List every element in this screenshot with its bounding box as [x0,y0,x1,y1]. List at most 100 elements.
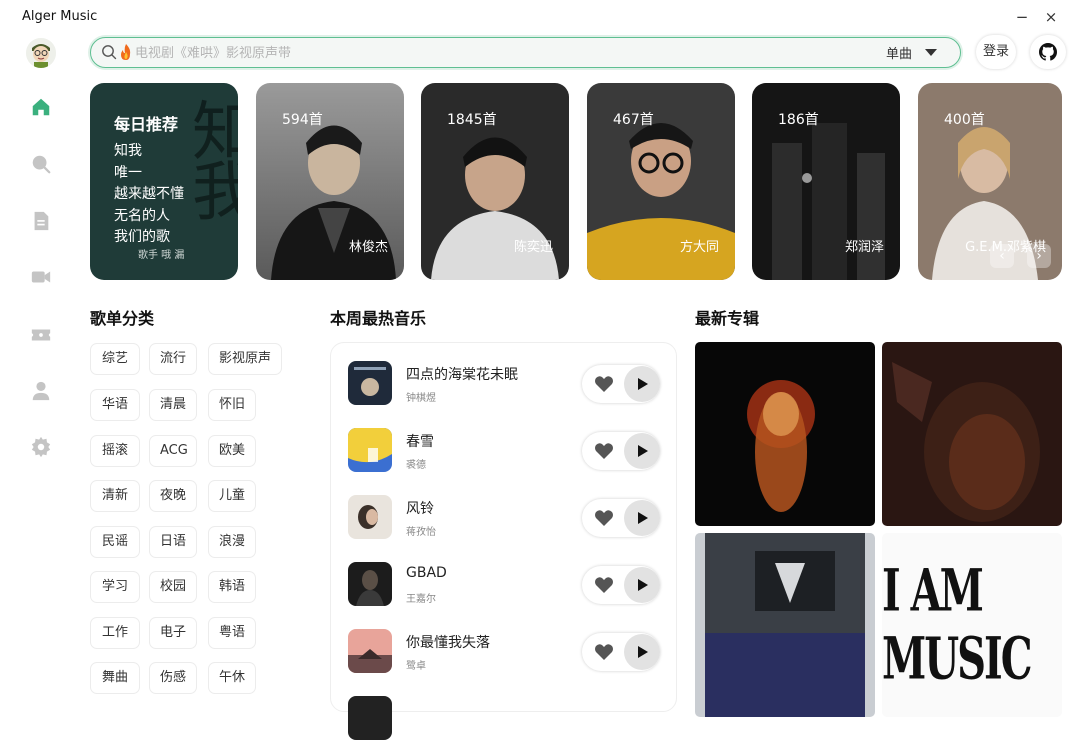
play-button[interactable] [624,634,660,670]
play-icon [638,445,648,457]
category-tag[interactable]: 浪漫 [208,526,256,558]
app-title: Alger Music [22,9,98,24]
nav-mv[interactable] [28,264,54,290]
song-row[interactable]: 风铃 蒋孜怡 [348,493,663,543]
daily-recommend-card[interactable]: 知我 每日推荐 知我 唯一 越来越不懂 无名的人 我们的歌 歌手 哦 漏 [90,83,238,280]
hot-music-title: 本周最热音乐 [330,309,427,328]
play-button[interactable] [624,433,660,469]
nav-settings[interactable] [28,434,54,460]
song-row[interactable]: 你最懂我失落 鹭卓 [348,627,663,677]
category-tag[interactable]: ACG [149,435,197,467]
heart-icon[interactable] [594,576,614,594]
user-icon [32,381,50,401]
album-title-text: I AM MUSIC [882,556,1033,694]
category-tag[interactable]: 综艺 [90,343,140,375]
category-tag[interactable]: 伤感 [149,662,197,694]
heart-icon[interactable] [594,509,614,527]
nav-home[interactable] [28,94,54,120]
category-tag[interactable]: 影视原声 [208,343,282,375]
category-tag[interactable]: 午休 [208,662,256,694]
song-actions [582,365,660,403]
nav-playlist[interactable] [28,208,54,234]
github-icon [1039,43,1057,61]
artist-song-count: 1845首 [447,112,497,128]
artist-card[interactable]: 1845首 陈奕迅 [421,83,569,280]
artist-card[interactable]: 594首 林俊杰 [256,83,404,280]
search-bar: 单曲 [90,37,961,68]
song-artist: 蒋孜怡 [406,527,436,538]
gear-icon [31,436,51,458]
song-cover [348,495,392,539]
category-tag[interactable]: 粤语 [208,617,256,649]
daily-song-list: 知我 唯一 越来越不懂 无名的人 我们的歌 [114,141,184,249]
sidebar [0,34,80,702]
heart-icon[interactable] [594,375,614,393]
close-button[interactable]: × [1040,6,1062,28]
nav-user[interactable] [28,378,54,404]
fire-icon [121,44,131,60]
artist-name: 方大同 [679,240,719,255]
search-type-select[interactable]: 单曲 [886,43,912,62]
artist-name: 陈奕迅 [513,240,553,255]
category-tag[interactable]: 学习 [90,571,140,603]
home-icon [32,98,50,116]
nav-radio[interactable] [28,322,54,348]
song-cover [348,562,392,606]
search-input[interactable] [135,43,835,63]
play-button[interactable] [624,366,660,402]
song-title: 四点的海棠花未眠 [406,367,518,383]
category-tag[interactable]: 日语 [149,526,197,558]
category-tag[interactable]: 流行 [149,343,197,375]
ticket-icon [31,329,51,341]
category-tag[interactable]: 夜晚 [149,480,197,512]
album-cover[interactable] [695,342,875,526]
song-row[interactable]: 春雪 裘德 [348,426,663,476]
song-actions [582,633,660,671]
category-tag[interactable]: 工作 [90,617,140,649]
category-tag[interactable]: 电子 [149,617,197,649]
song-row[interactable]: GBAD 王嘉尔 [348,560,663,610]
minimize-button[interactable]: − [1011,6,1033,28]
categories-title: 歌单分类 [90,309,155,328]
song-actions [582,499,660,537]
album-cover[interactable] [882,342,1062,526]
category-tag[interactable]: 清晨 [149,389,197,421]
login-button[interactable]: 登录 [976,35,1016,69]
category-tag[interactable]: 儿童 [208,480,256,512]
album-cover[interactable]: I AM MUSIC [882,533,1062,717]
song-row[interactable]: 四点的海棠花未眠 钟棋煜 [348,359,663,409]
category-tag[interactable]: 清新 [90,480,140,512]
document-icon [34,211,49,231]
new-albums-title: 最新专辑 [695,309,760,328]
song-cover [348,696,392,740]
category-tag[interactable]: 欧美 [208,435,256,467]
category-tag[interactable]: 韩语 [208,571,256,603]
github-button[interactable] [1030,35,1066,69]
song-cover [348,361,392,405]
category-tag[interactable]: 民谣 [90,526,140,558]
artist-name: 郑润泽 [844,240,884,255]
heart-icon[interactable] [594,643,614,661]
category-tag[interactable]: 校园 [149,571,197,603]
play-icon [638,579,648,591]
nav-search[interactable] [28,151,54,177]
search-nav-icon [32,155,51,174]
category-tag[interactable]: 舞曲 [90,662,140,694]
category-tag[interactable]: 怀旧 [208,389,256,421]
category-tag[interactable]: 摇滚 [90,435,140,467]
category-tag[interactable]: 华语 [90,389,140,421]
play-button[interactable] [624,500,660,536]
play-button[interactable] [624,567,660,603]
carousel-next-button[interactable]: › [1027,244,1051,268]
artist-song-count: 594首 [282,112,323,128]
play-icon [638,512,648,524]
artist-name: 林俊杰 [348,240,388,255]
artist-song-count: 186首 [778,112,819,128]
avatar[interactable] [26,38,56,68]
carousel-prev-button[interactable]: ‹ [990,244,1014,268]
chevron-down-icon[interactable] [925,49,937,56]
heart-icon[interactable] [594,442,614,460]
artist-card[interactable]: 467首 方大同 [587,83,735,280]
album-cover[interactable] [695,533,875,717]
artist-card[interactable]: 186首 郑润泽 [752,83,900,280]
